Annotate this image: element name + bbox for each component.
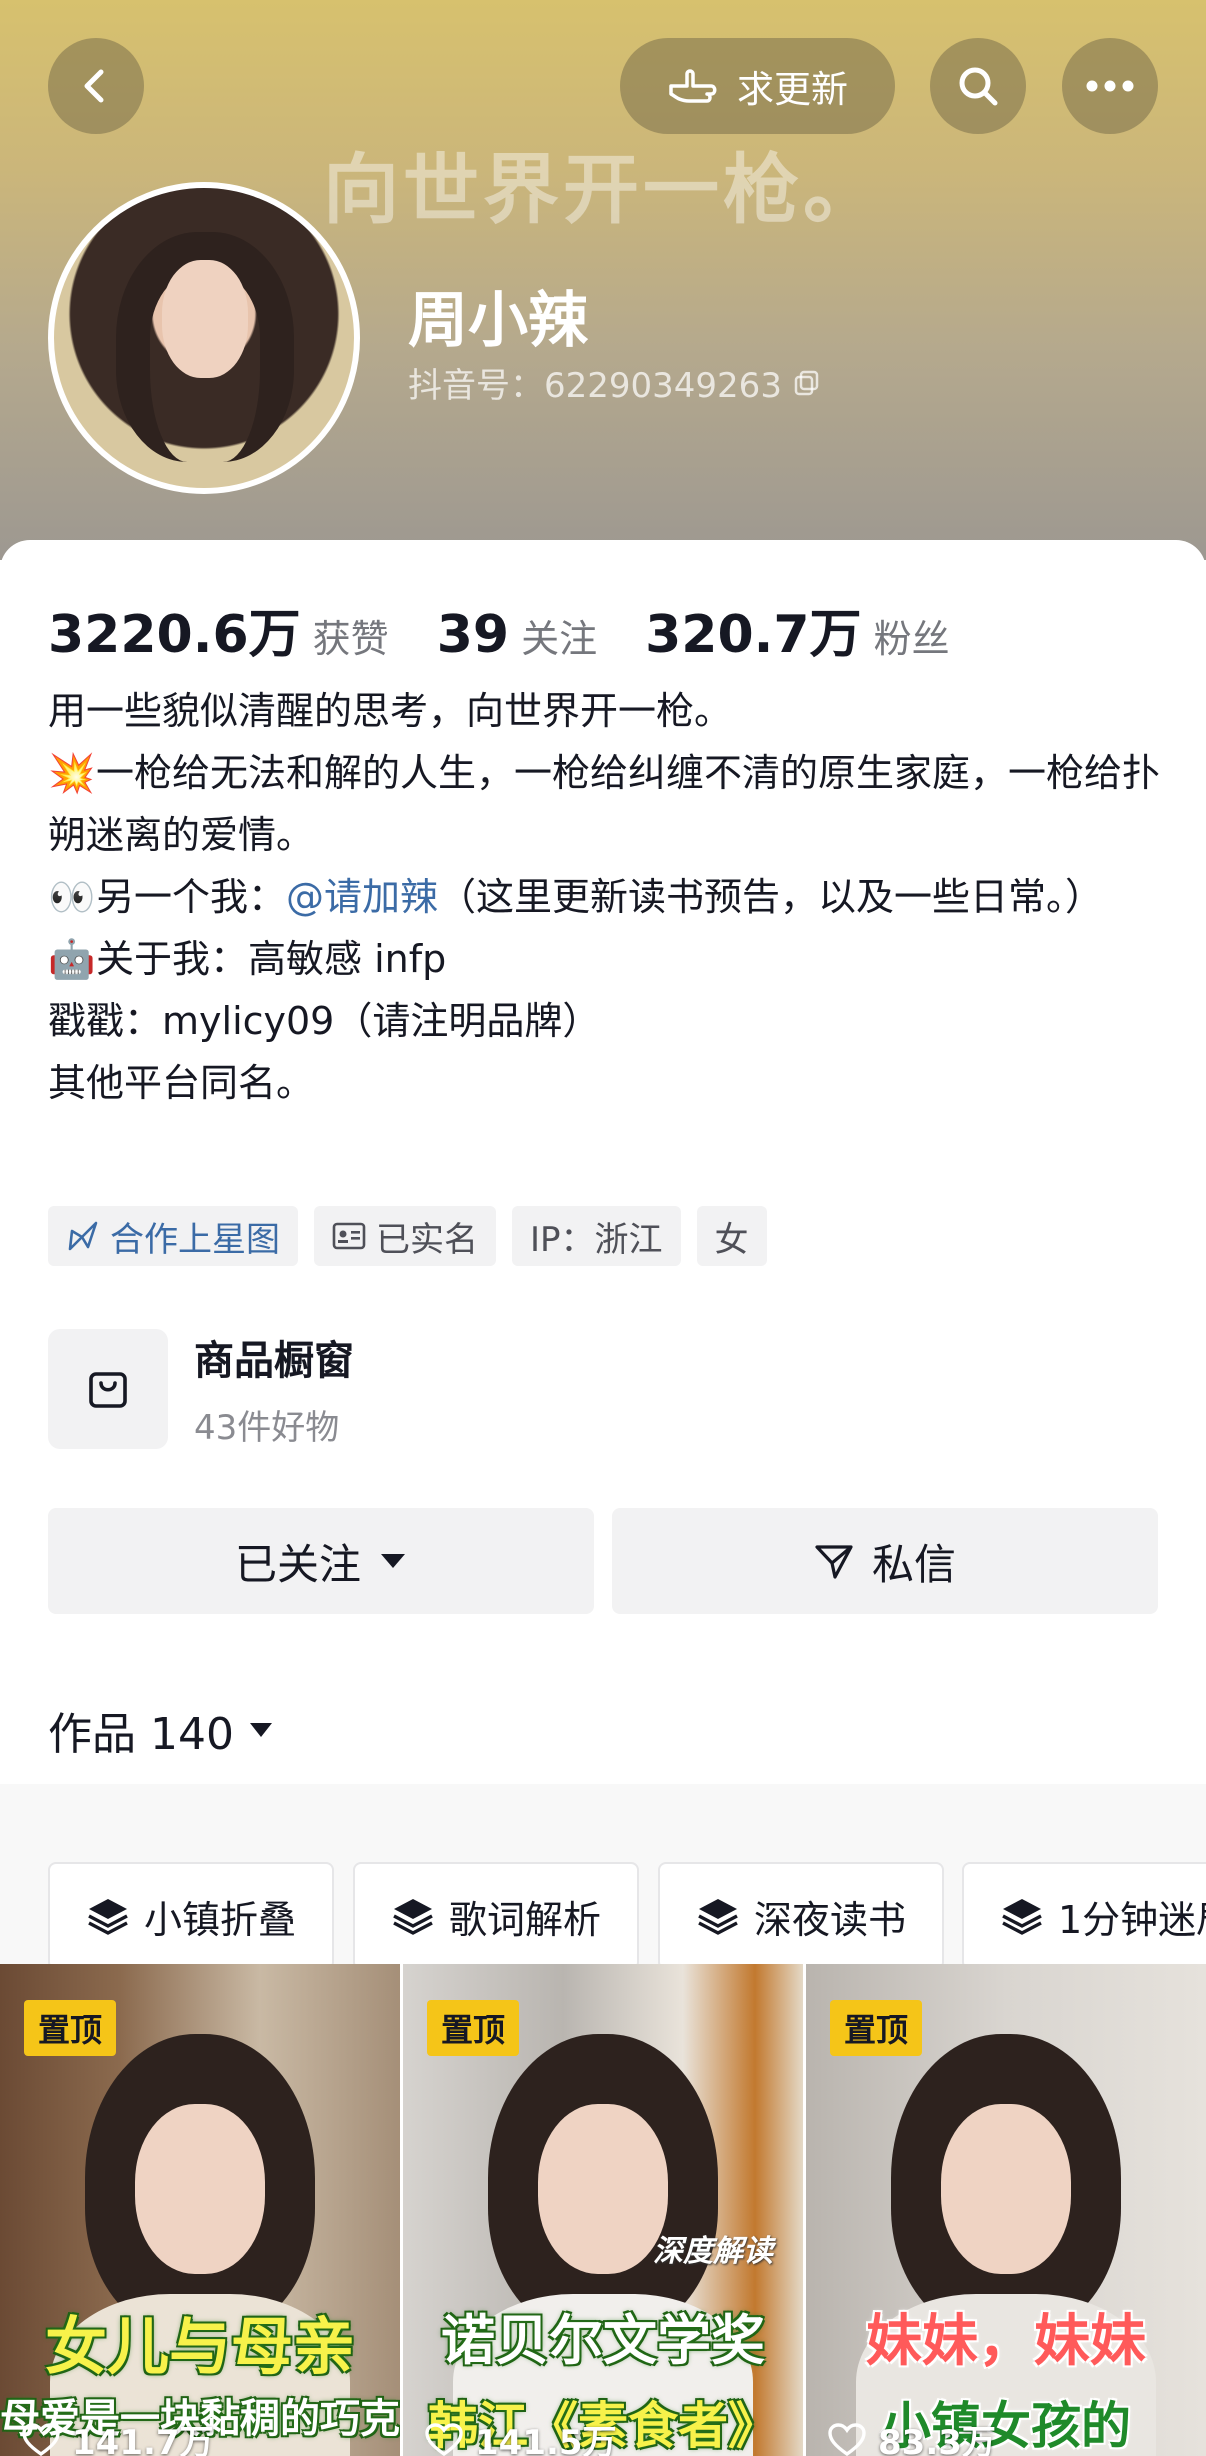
video-overlay-text: 深度解读 <box>653 2234 773 2269</box>
back-button[interactable] <box>48 38 144 134</box>
bio: 用一些貌似清醒的思考，向世界开一枪。 💥一枪给无法和解的人生，一枪给纠缠不清的原… <box>48 680 1168 1114</box>
works-tab[interactable]: 作品 140 <box>48 1698 274 1762</box>
video-caption-main: 诺贝尔文学奖 <box>441 2309 765 2372</box>
video-likes: 141.5万 <box>425 2415 617 2456</box>
profile-tags: 合作上星图 已实名 IP：浙江 女 <box>48 1206 767 1266</box>
eyes-emoji: 👀 <box>48 875 96 919</box>
video-likes: 141.7万 <box>22 2415 214 2456</box>
heart-icon <box>828 2422 866 2456</box>
layers-icon <box>1002 1899 1042 1935</box>
followers-label[interactable]: 粉丝 <box>874 608 950 663</box>
likes-label: 获赞 <box>312 617 389 661</box>
bio-line-4: 🤖关于我：高敏感 infp <box>48 928 1168 990</box>
bio-line-5: 戳戳：mylicy09（请注明品牌） <box>48 999 601 1043</box>
heart-icon <box>425 2422 463 2456</box>
following-count[interactable]: 39 <box>437 605 509 665</box>
caret-down-icon <box>249 1723 272 1737</box>
star-map-icon <box>68 1221 98 1251</box>
nickname: 周小辣 <box>408 286 588 356</box>
send-icon <box>815 1545 853 1579</box>
ip-location-tag: IP：浙江 <box>512 1206 681 1266</box>
video-thumbnail[interactable]: 置顶 深度解读 诺贝尔文学奖 韩江《素食者》 141.5万 <box>403 1964 803 2456</box>
bio-line-2: 💥一枪给无法和解的人生，一枪给纠缠不清的原生家庭，一枪给扑朔迷离的爱情。 <box>48 742 1168 866</box>
video-likes: 83.3万 <box>828 2415 996 2456</box>
layers-icon <box>393 1899 433 1935</box>
douyin-id: 抖音号：62290349263 <box>408 358 822 407</box>
video-caption-main: 女儿与母亲 <box>44 2310 355 2383</box>
pinned-badge: 置顶 <box>24 2000 117 2056</box>
likes-count: 3220.6万 <box>48 605 301 665</box>
video-thumbnail[interactable]: 置顶 女儿与母亲 母爱是一块黏稠的巧克力 141.7万 <box>0 1964 400 2456</box>
profile-stats: 3220.6万 获赞 39 关注 320.7万 粉丝 <box>48 592 998 667</box>
mention-link[interactable]: @请加辣 <box>286 875 438 919</box>
bio-line-3: 👀另一个我：@请加辣（这里更新读书预告，以及一些日常。） <box>48 866 1168 928</box>
shop-icon-box <box>48 1328 168 1449</box>
profile-header: 向世界开一枪。 求更新 周小辣 抖音号：62290349263 <box>0 0 1206 560</box>
avatar[interactable] <box>48 182 360 494</box>
shop-subtitle: 43件好物 <box>194 1408 340 1448</box>
collection-chip[interactable]: 歌词解析 <box>353 1862 639 1964</box>
chevron-left-icon <box>84 69 104 103</box>
collection-chip[interactable]: 深夜读书 <box>658 1862 944 1964</box>
request-update-button[interactable]: 求更新 <box>620 38 895 134</box>
collections-row: 小镇折叠 歌词解析 深夜读书 1分钟迷局 <box>0 1784 1206 1964</box>
collision-emoji: 💥 <box>48 751 96 795</box>
followers-count[interactable]: 320.7万 <box>645 592 861 667</box>
star-map-tag[interactable]: 合作上星图 <box>48 1206 298 1266</box>
caret-down-icon <box>381 1554 405 1568</box>
robot-emoji: 🤖 <box>48 937 96 981</box>
shop-window[interactable]: 商品橱窗 43件好物 <box>48 1328 354 1449</box>
layers-icon <box>88 1899 128 1935</box>
douyin-id-text: 抖音号：62290349263 <box>408 366 782 406</box>
bio-line-1: 用一些貌似清醒的思考，向世界开一枪。 <box>48 689 733 733</box>
following-label[interactable]: 关注 <box>521 608 597 663</box>
followed-button[interactable]: 已关注 <box>48 1508 594 1614</box>
video-thumbnail[interactable]: 置顶 妹妹，妹妹 小镇女孩的 83.3万 <box>806 1964 1206 2456</box>
request-update-label: 求更新 <box>737 68 848 111</box>
video-caption-main: 妹妹，妹妹 <box>866 2309 1146 2374</box>
pointing-hand-icon <box>669 69 717 103</box>
search-icon <box>959 67 998 106</box>
pinned-badge: 置顶 <box>427 2000 520 2056</box>
search-button[interactable] <box>930 38 1026 134</box>
shopping-bag-icon <box>89 1371 127 1408</box>
bio-line-6: 其他平台同名。 <box>48 1061 315 1105</box>
profile-card: 3220.6万 获赞 39 关注 320.7万 粉丝 用一些貌似清醒的思考，向世… <box>0 540 1206 2456</box>
more-dots-icon <box>1086 80 1134 92</box>
id-card-icon <box>332 1222 366 1250</box>
works-count-label: 作品 140 <box>48 1709 234 1760</box>
gender-tag: 女 <box>696 1206 767 1266</box>
collection-chip[interactable]: 小镇折叠 <box>48 1862 334 1964</box>
verified-tag: 已实名 <box>314 1206 496 1266</box>
heart-icon <box>22 2422 60 2456</box>
pinned-badge: 置顶 <box>830 2000 923 2056</box>
message-button[interactable]: 私信 <box>612 1508 1158 1614</box>
copy-icon[interactable] <box>792 368 822 398</box>
layers-icon <box>698 1899 738 1935</box>
more-button[interactable] <box>1062 38 1158 134</box>
collection-chip[interactable]: 1分钟迷局 <box>962 1862 1206 1964</box>
shop-title: 商品橱窗 <box>194 1338 354 1384</box>
